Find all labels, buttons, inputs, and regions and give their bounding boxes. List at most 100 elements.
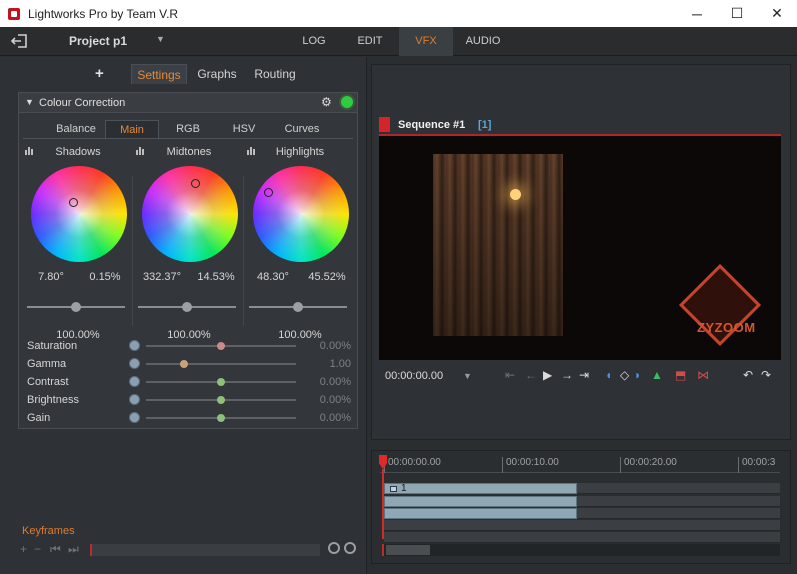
add-effect-button[interactable]: + [95,65,104,82]
timeline-clip[interactable]: 1 [384,483,577,494]
brightness-value[interactable]: 0.00% [320,394,351,406]
timeline-scroll-thumb[interactable] [386,545,430,555]
highlights-wheel-handle[interactable] [264,188,273,197]
midtones-saturation: 14.53% [197,271,235,283]
gain-knob[interactable] [217,414,225,422]
step-forward-button[interactable]: → [561,368,573,382]
previous-keyframe-button[interactable]: ⏮ [50,542,61,557]
subtab-rgb[interactable]: RGB [165,120,211,138]
gain-row: Gain 0.00% [25,410,355,428]
tab-vfx[interactable]: VFX [399,27,453,56]
go-to-end-button[interactable]: ⇥ [579,368,589,382]
highlights-level-slider[interactable] [249,302,347,312]
gamma-knob[interactable] [179,360,188,368]
timeline-clip[interactable] [384,508,577,519]
reset-icon[interactable] [129,412,140,423]
midtones-level-knob[interactable] [182,302,192,312]
shadows-level-knob[interactable] [71,302,81,312]
reset-icon[interactable] [129,340,140,351]
timeline-track[interactable] [384,520,780,531]
next-keyframe-button[interactable]: ⏭ [68,542,79,557]
mark-in-button[interactable]: ◖ [605,368,612,382]
contrast-slider[interactable] [146,378,296,386]
clear-marks-button[interactable]: ◇ [620,368,629,382]
timeline-track[interactable] [384,496,780,507]
effect-header[interactable]: ▼ Colour Correction ⚙ [19,93,357,113]
shadows-colour-wheel[interactable] [31,166,127,262]
maximize-button[interactable]: ☐ [717,0,757,27]
contrast-value[interactable]: 0.00% [320,376,351,388]
saturation-value[interactable]: 0.00% [320,340,351,352]
gain-slider[interactable] [146,414,296,422]
gear-icon[interactable]: ⚙ [321,95,332,109]
timeline-ruler[interactable]: 00:00:00.00 00:00:10.00 00:00:20.00 00:0… [380,455,780,473]
reset-icon[interactable] [129,394,140,405]
project-name[interactable]: Project p1 [69,34,127,48]
saturation-knob[interactable] [217,342,225,350]
ruler-tick: 00:00:00.00 [384,457,441,473]
project-dropdown-icon[interactable]: ▼ [156,34,165,44]
play-button[interactable]: ▶ [543,368,552,382]
remove-keyframe-button[interactable]: − [34,542,41,556]
timeline-clip[interactable] [384,496,577,507]
highlights-angle: 48.30° [257,271,289,283]
subtab-curves[interactable]: Curves [277,120,327,138]
subtab-main[interactable]: Main [105,120,159,138]
midtones-colour-wheel[interactable] [142,166,238,262]
shadows-wheel-handle[interactable] [69,198,78,207]
collapse-icon[interactable]: ▼ [25,97,34,107]
shadows-level-slider[interactable] [27,302,125,312]
tab-edit[interactable]: EDIT [346,27,394,56]
gamma-slider[interactable] [146,360,296,368]
timeline-scrollbar[interactable] [382,544,780,556]
bookmark-icon [379,117,390,132]
saturation-slider[interactable] [146,342,296,350]
reset-icon[interactable] [129,376,140,387]
effect-enabled-toggle[interactable] [341,96,353,108]
tab-graphs[interactable]: Graphs [192,64,242,84]
midtones-level-slider[interactable] [138,302,236,312]
saturation-label: Saturation [27,340,78,352]
timeline-track[interactable]: 1 [384,483,780,494]
close-button[interactable]: ✕ [757,0,797,27]
brightness-slider[interactable] [146,396,296,404]
insert-button[interactable]: ⬒ [675,368,686,382]
exit-project-icon[interactable] [10,33,30,49]
zoom-in-icon[interactable] [328,542,340,554]
panel-divider[interactable] [366,57,367,574]
window-title: Lightworks Pro by Team V.R [28,6,179,21]
subtab-hsv[interactable]: HSV [221,120,267,138]
timecode-dropdown-icon[interactable]: ▼ [463,371,472,381]
saturation-row: Saturation 0.00% [25,338,355,356]
replace-button[interactable]: ⋈ [697,368,709,382]
timecode-display[interactable]: 00:00:00.00 [385,370,443,382]
add-keyframe-button[interactable]: + [20,542,27,556]
subtab-balance[interactable]: Balance [45,120,107,138]
highlights-colour-wheel[interactable] [253,166,349,262]
tab-settings[interactable]: Settings [131,64,187,84]
go-to-start-button[interactable]: ⇤ [505,368,515,382]
tab-routing[interactable]: Routing [250,64,300,84]
redo-button[interactable]: ↷ [761,368,771,382]
keyframe-track[interactable] [90,544,320,556]
contrast-knob[interactable] [217,378,225,386]
timeline-track[interactable] [384,532,780,543]
brightness-knob[interactable] [217,396,225,404]
shadows-saturation: 0.15% [89,271,121,283]
shadows-label: Shadows [55,146,101,158]
tab-log[interactable]: LOG [290,27,338,56]
minimize-button[interactable]: ─ [677,0,717,27]
highlights-level-knob[interactable] [293,302,303,312]
step-back-button[interactable]: ← [525,368,537,382]
cue-button[interactable]: ▲ [651,368,663,382]
zoom-out-icon[interactable] [344,542,356,554]
mark-out-button[interactable]: ◗ [634,368,641,382]
gamma-value[interactable]: 1.00 [330,358,351,370]
midtones-wheel-handle[interactable] [191,179,200,188]
tab-audio[interactable]: AUDIO [459,27,507,56]
timeline-track[interactable] [384,508,780,519]
undo-button[interactable]: ↶ [743,368,753,382]
video-frame[interactable]: ZYZOOM [379,136,781,360]
reset-icon[interactable] [129,358,140,369]
gain-value[interactable]: 0.00% [320,412,351,424]
